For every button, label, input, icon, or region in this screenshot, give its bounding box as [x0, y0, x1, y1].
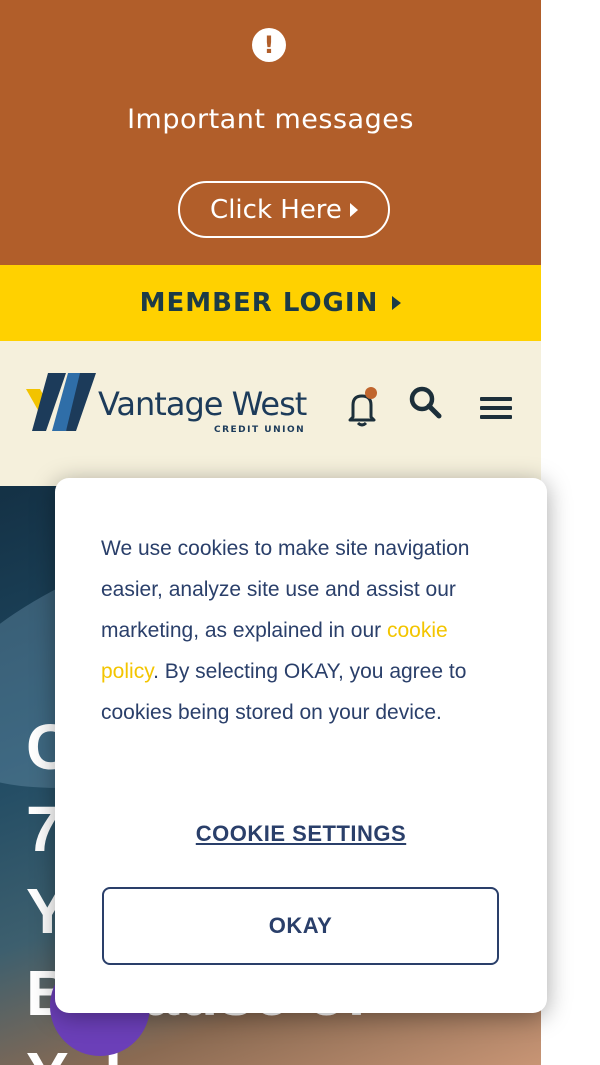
click-here-button[interactable]: Click Here [178, 181, 390, 238]
hamburger-menu-icon [480, 397, 512, 401]
important-messages-banner: ! Important messages Click Here [0, 0, 541, 265]
search-icon [409, 386, 442, 419]
caret-right-icon [392, 296, 402, 310]
logo-mark-icon [26, 373, 96, 431]
search-button[interactable] [408, 385, 442, 419]
logo-subtitle: CREDIT UNION [214, 425, 306, 435]
member-login-button[interactable]: MEMBER LOGIN [0, 265, 541, 341]
alert-message: Important messages [127, 104, 414, 135]
cookie-settings-link[interactable]: COOKIE SETTINGS [55, 821, 547, 847]
caret-right-icon [349, 202, 358, 217]
notifications-button[interactable] [344, 387, 380, 427]
okay-button[interactable]: OKAY [102, 887, 499, 965]
hamburger-menu-button[interactable] [480, 397, 514, 423]
cookie-message: We use cookies to make site navigation e… [101, 528, 511, 733]
exclamation-icon: ! [252, 28, 286, 62]
member-login-label: MEMBER LOGIN [139, 288, 379, 318]
cookie-text-after: . By selecting OKAY, you agree to cookie… [101, 660, 467, 724]
notification-dot [365, 387, 377, 399]
site-header: Vantage West CREDIT UNION [0, 341, 541, 486]
vantage-west-logo[interactable]: Vantage West CREDIT UNION [26, 371, 326, 441]
logo-name: Vantage West [98, 385, 307, 423]
cookie-consent-dialog: We use cookies to make site navigation e… [55, 478, 547, 1013]
click-here-label: Click Here [210, 194, 342, 225]
